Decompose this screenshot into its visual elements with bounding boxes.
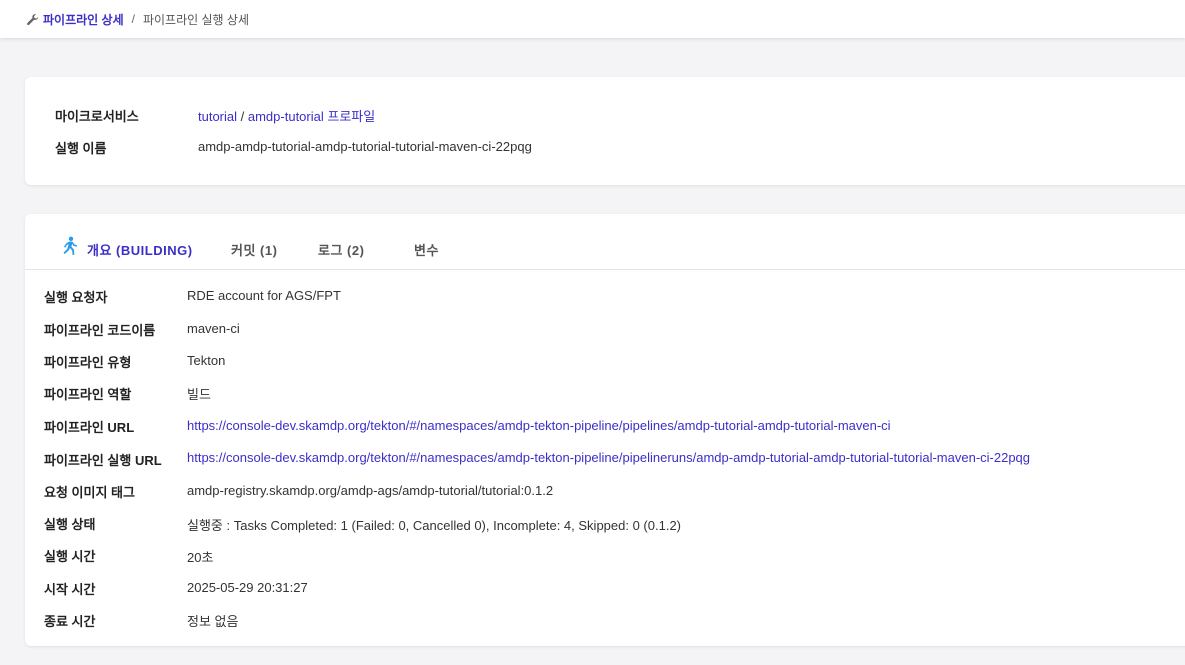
- running-person-icon: [60, 236, 78, 256]
- detail-label-code-name: 파이프라인 코드이름: [44, 323, 156, 338]
- breadcrumb: 파이프라인 상세 / 파이프라인 실행 상세: [0, 0, 1185, 38]
- detail-label-requester: 실행 요청자: [44, 290, 108, 305]
- tab-logs[interactable]: 로그 (2): [318, 240, 364, 259]
- pipeline-run-url-link[interactable]: https://console-dev.skamdp.org/tekton/#/…: [187, 450, 1030, 465]
- breadcrumb-separator: /: [131, 12, 135, 26]
- microservice-project-link[interactable]: tutorial: [198, 109, 237, 124]
- detail-label-start-time: 시작 시간: [44, 582, 96, 597]
- detail-label-role: 파이프라인 역할: [44, 387, 132, 402]
- detail-label-end-time: 종료 시간: [44, 614, 96, 629]
- breadcrumb-pipeline-detail-link[interactable]: 파이프라인 상세: [43, 11, 124, 28]
- detail-value-start-time: 2025-05-29 20:31:27: [187, 580, 308, 595]
- tab-overview[interactable]: 개요 (BUILDING): [87, 240, 193, 259]
- microservice-separator: /: [237, 109, 248, 124]
- detail-value-image-tag: amdp-registry.skamdp.org/amdp-ags/amdp-t…: [187, 483, 554, 498]
- detail-value-end-time: 정보 없음: [187, 614, 239, 629]
- microservice-value: tutorial / amdp-tutorial 프로파일: [198, 106, 375, 125]
- microservice-profile-link[interactable]: amdp-tutorial 프로파일: [248, 109, 375, 124]
- breadcrumb-current: 파이프라인 실행 상세: [142, 12, 249, 27]
- detail-value-status: 실행중 : Tasks Completed: 1 (Failed: 0, Can…: [187, 518, 681, 533]
- detail-label-image-tag: 요청 이미지 태그: [44, 485, 135, 500]
- run-name-value: amdp-amdp-tutorial-amdp-tutorial-tutoria…: [198, 139, 532, 154]
- summary-card: 마이크로서비스 tutorial / amdp-tutorial 프로파일 실행…: [25, 77, 1185, 185]
- detail-value-role: 빌드: [187, 387, 211, 402]
- pipeline-url-link[interactable]: https://console-dev.skamdp.org/tekton/#/…: [187, 418, 891, 433]
- run-name-label: 실행 이름: [55, 141, 107, 156]
- detail-value-duration: 20초: [187, 550, 214, 565]
- detail-label-pipeline-url: 파이프라인 URL: [44, 420, 135, 435]
- detail-card: 개요 (BUILDING) 커밋 (1) 로그 (2) 변수 실행 요청자 RD…: [25, 214, 1185, 646]
- detail-value-requester: RDE account for AGS/FPT: [187, 288, 341, 303]
- detail-value-type: Tekton: [187, 353, 226, 368]
- detail-label-duration: 실행 시간: [44, 549, 96, 564]
- detail-value-code-name: maven-ci: [187, 321, 240, 336]
- detail-label-status: 실행 상태: [44, 517, 96, 532]
- tab-variables[interactable]: 변수: [414, 240, 439, 259]
- microservice-label: 마이크로서비스: [55, 109, 139, 124]
- detail-label-pipeline-run-url: 파이프라인 실행 URL: [44, 453, 162, 468]
- tab-commits[interactable]: 커밋 (1): [231, 240, 277, 259]
- detail-label-type: 파이프라인 유형: [44, 355, 132, 370]
- tab-bar: 개요 (BUILDING) 커밋 (1) 로그 (2) 변수: [25, 214, 1185, 270]
- wrench-icon: [26, 13, 39, 26]
